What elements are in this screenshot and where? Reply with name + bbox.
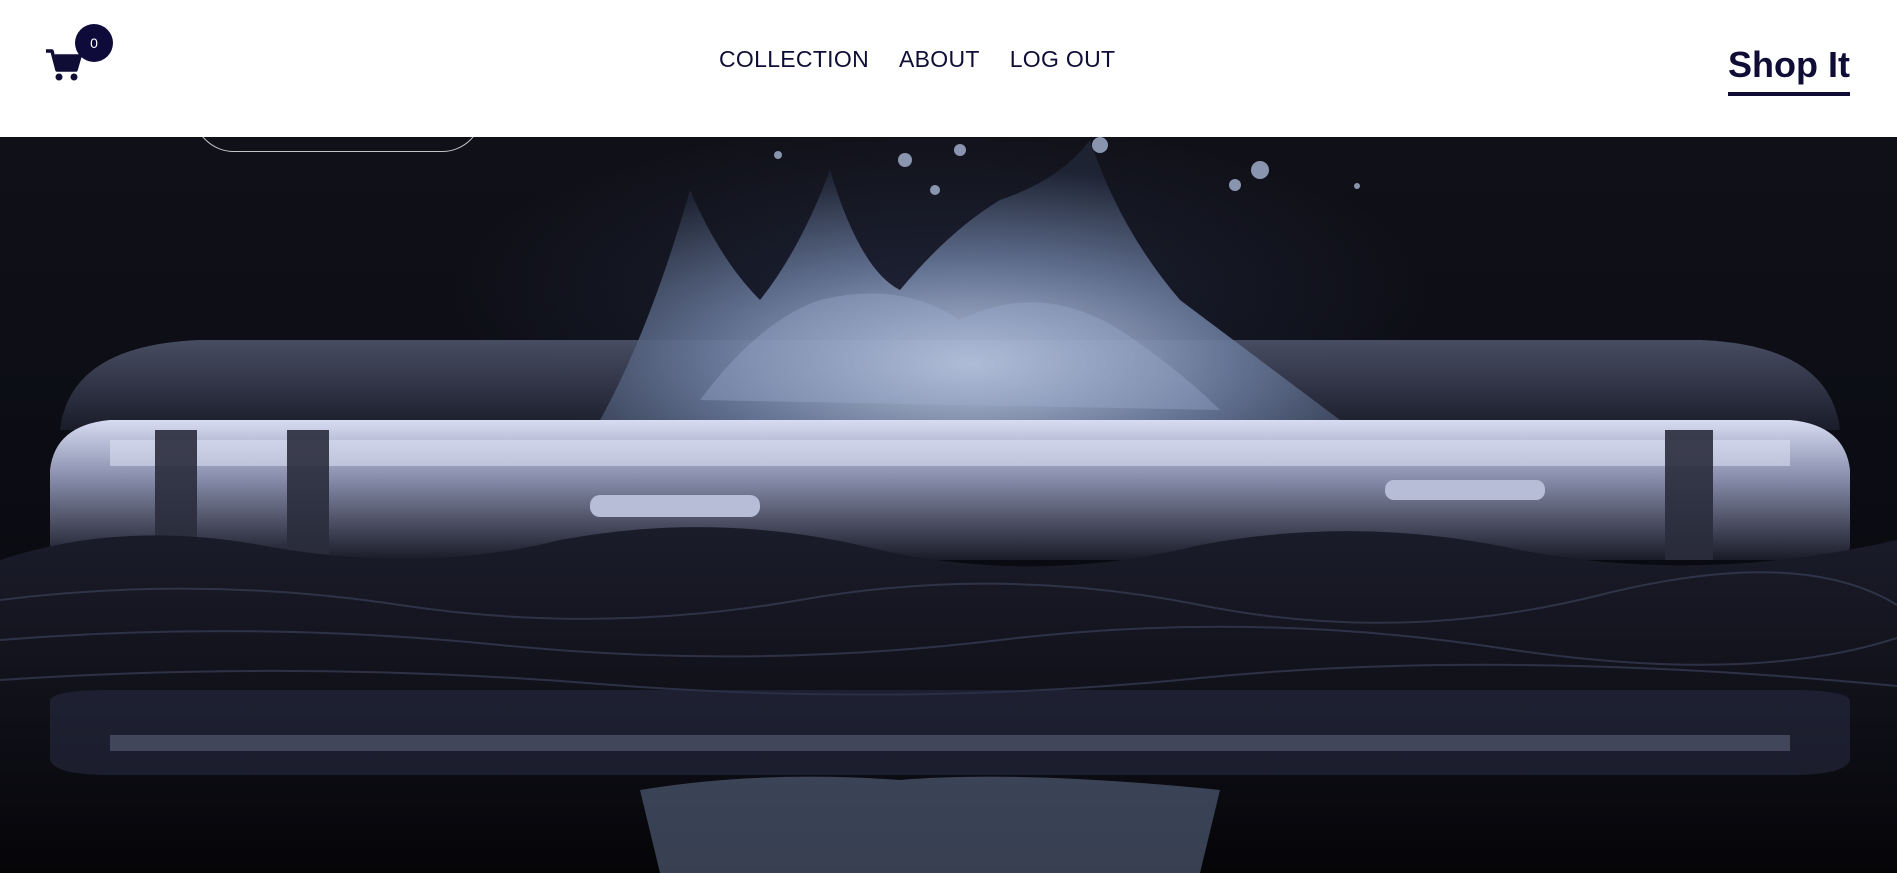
brand-logo-link[interactable]: Shop It (1728, 44, 1850, 96)
cart-icon-graphic (46, 49, 82, 81)
nav-link-logout[interactable]: LOG OUT (1010, 46, 1116, 73)
nav-link-collection[interactable]: COLLECTION (719, 46, 869, 73)
top-navbar: 0 COLLECTION ABOUT LOG OUT Shop It (0, 0, 1897, 137)
main-nav: COLLECTION ABOUT LOG OUT (719, 46, 1145, 73)
nav-link-about[interactable]: ABOUT (899, 46, 980, 73)
cart-count-badge: 0 (75, 24, 113, 62)
shopping-cart-icon[interactable] (46, 48, 82, 82)
